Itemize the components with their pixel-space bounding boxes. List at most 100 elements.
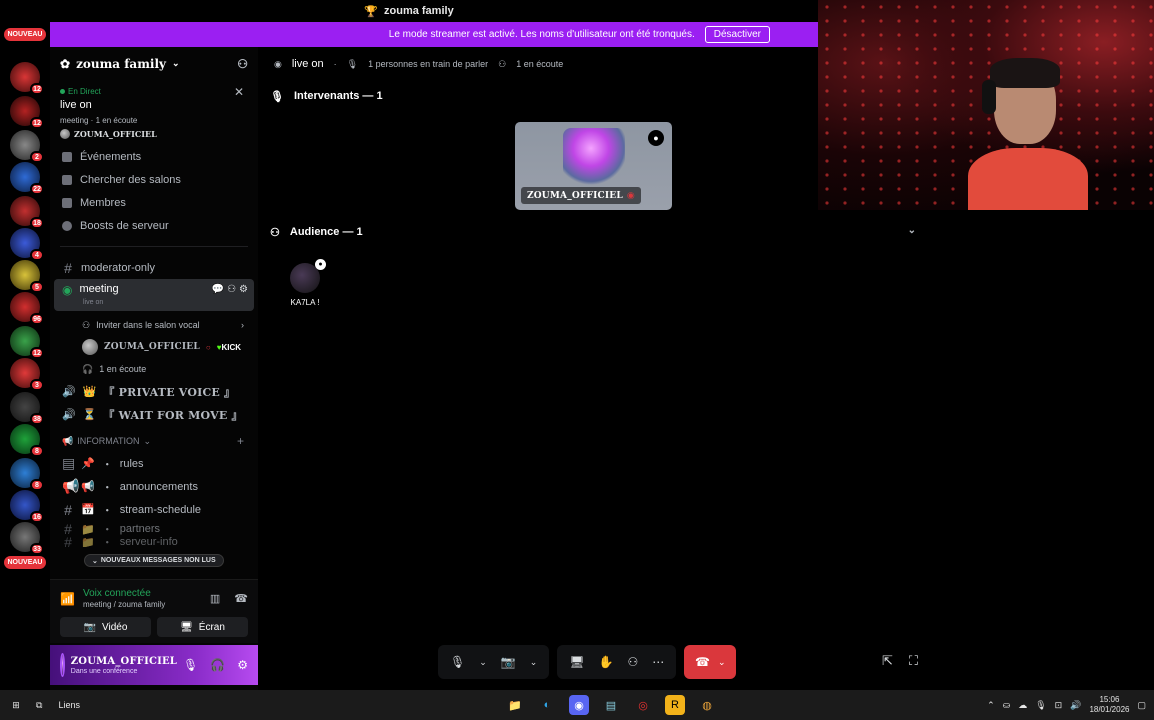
channel-meeting[interactable]: ◉ meeting live on 💬 ⚇ ⚙: [54, 279, 254, 311]
mic-control[interactable]: 🎙 ⌄ 📷 ⌄: [438, 645, 550, 679]
category-information[interactable]: 📢 INFORMATION ⌄ +: [50, 430, 258, 452]
boost-icon: [62, 220, 72, 231]
signal-icon[interactable]: 📶: [60, 592, 75, 606]
channel-wait-for-move[interactable]: 🔊 ⏳ 『 WAIT FOR MOVE 』: [50, 403, 258, 426]
server-icon[interactable]: 3: [10, 358, 44, 391]
nav-server-boosts[interactable]: Boosts de serveur: [50, 214, 258, 237]
microphone-icon[interactable]: 🎙: [183, 658, 198, 672]
audience-member[interactable]: ● KA7LA !: [288, 259, 326, 307]
invite-people-icon[interactable]: ⚇: [237, 57, 248, 71]
chevron-down-icon: ⌄: [479, 656, 487, 667]
audience-heading[interactable]: ⚇ Audience — 1 ⌄: [258, 217, 934, 247]
voice-user[interactable]: ZOUMA_OFFICIEL ○ ♥KICK: [50, 336, 258, 358]
action-controls[interactable]: 🖥 ✋ ⚇ ⋯: [557, 645, 677, 679]
server-icon[interactable]: 5: [10, 260, 44, 293]
megaphone-icon: 📢: [62, 435, 74, 446]
noise-suppression-icon[interactable]: ▥: [210, 592, 220, 605]
status-icon: ○: [205, 342, 211, 352]
server-icon[interactable]: 8: [10, 424, 44, 457]
nav-members[interactable]: Membres: [50, 191, 258, 214]
headphones-icon[interactable]: 🎧: [210, 658, 225, 672]
server-icon[interactable]: 12: [10, 96, 44, 129]
server-header[interactable]: ✿ zouma family ⌄ ⚇: [50, 47, 258, 81]
onedrive-icon[interactable]: ☁: [1018, 700, 1027, 711]
chevron-up-icon[interactable]: ⌃: [987, 700, 995, 711]
stage-title: live on: [291, 58, 324, 70]
obs-icon[interactable]: ◎: [633, 695, 653, 715]
disable-streamer-mode-button[interactable]: Désactiver: [704, 26, 770, 43]
add-channel-icon[interactable]: +: [237, 434, 244, 448]
username[interactable]: ZOUMA_OFFICIEL: [71, 656, 177, 667]
gear-icon[interactable]: ⚙: [239, 284, 248, 295]
channel-stream-schedule[interactable]: # 📅 ・ stream-schedule: [50, 498, 258, 521]
chrome-icon[interactable]: ◍: [697, 695, 717, 715]
server-icon[interactable]: 8: [10, 458, 44, 491]
taskbar: ⊞ ⧉ Liens 📁 ◐ ◉ ▤ ◎ R ◍ ⌃ ⛀ ☁ 🎙 ⊡ 🔊 15:0…: [0, 690, 1154, 720]
clock[interactable]: 15:06 18/01/2026: [1089, 695, 1129, 715]
disconnect-icon[interactable]: ☎: [234, 592, 248, 605]
usb-icon[interactable]: ⊡: [1055, 700, 1063, 711]
rockstar-icon[interactable]: R: [665, 695, 685, 715]
server-icon[interactable]: 96: [10, 292, 44, 325]
avatar: ●: [290, 259, 326, 293]
screen-icon: 🖥: [180, 621, 193, 633]
edge-icon[interactable]: ◐: [537, 695, 557, 715]
close-icon[interactable]: ✕: [234, 85, 244, 99]
trophy-icon: 🏆: [364, 5, 378, 18]
chevron-down-icon[interactable]: ⌄: [908, 225, 916, 236]
live-event-panel[interactable]: En Direct live on meeting · 1 en écoute …: [50, 81, 258, 145]
file-explorer-icon[interactable]: 📁: [505, 695, 525, 715]
server-icon[interactable]: 12: [10, 62, 44, 95]
video-button[interactable]: 📷 Vidéo: [60, 617, 151, 637]
links-toolbar[interactable]: Liens: [58, 700, 80, 710]
channel-announcements[interactable]: 📢 📢 ・ announcements: [50, 475, 258, 498]
server-icon[interactable]: 38: [10, 392, 44, 425]
server-icon[interactable]: 2: [10, 130, 44, 163]
server-name: zouma family: [76, 57, 166, 71]
server-icon[interactable]: 4: [10, 228, 44, 261]
screen-share-button[interactable]: 🖥 Écran: [157, 617, 248, 637]
nav-events[interactable]: Événements: [50, 145, 258, 168]
app-icon[interactable]: ▤: [601, 695, 621, 715]
nav-browse-channels[interactable]: Chercher des salons: [50, 168, 258, 191]
discord-icon[interactable]: ◉: [569, 695, 589, 715]
invite-icon[interactable]: ⚇: [227, 284, 236, 295]
rules-icon: ▤: [62, 455, 76, 471]
window-title-bar: 🏆 zouma family: [0, 0, 818, 22]
channel-serveur-info[interactable]: # 📁 ・ serveur-info: [50, 537, 258, 547]
fullscreen-icon[interactable]: ⛶: [909, 653, 918, 669]
windows-start-icon[interactable]: ⊞: [0, 700, 32, 711]
new-servers-pill[interactable]: NOUVEAU: [4, 28, 46, 41]
microphone-icon[interactable]: 🎙: [1035, 700, 1046, 711]
live-title: live on: [60, 99, 92, 111]
channel-sidebar: ✿ zouma family ⌄ ⚇ En Direct live on mee…: [50, 47, 258, 690]
speaker-icon[interactable]: 🔊: [1070, 700, 1081, 711]
headphones-icon: 🎧: [82, 363, 94, 374]
notifications-icon[interactable]: ▢: [1137, 700, 1146, 711]
speaker-tile[interactable]: ● ZOUMA_OFFICIEL ◉: [515, 122, 672, 210]
task-view-icon[interactable]: ⧉: [36, 700, 42, 711]
members-icon: [62, 197, 72, 208]
gear-icon[interactable]: ⚙: [237, 658, 248, 672]
server-icon[interactable]: 16: [10, 490, 44, 523]
channel-partners[interactable]: # 📁 ・ partners: [50, 521, 258, 537]
server-icon[interactable]: 33: [10, 522, 44, 555]
invite-to-voice[interactable]: ⚇ Inviter dans le salon vocal ›: [50, 314, 258, 336]
server-icon[interactable]: 12: [10, 326, 44, 359]
network-icon[interactable]: ⛀: [1003, 700, 1011, 711]
unread-messages-pill[interactable]: ⌄ NOUVEAUX MESSAGES NON LUS: [84, 554, 224, 567]
channel-moderator-only[interactable]: # moderator-only: [50, 256, 258, 279]
live-tag: En Direct: [60, 87, 248, 96]
server-icon[interactable]: 18: [10, 196, 44, 229]
channel-private-voice[interactable]: 🔊 👑 『 PRIVATE VOICE 』: [50, 380, 258, 403]
server-icon[interactable]: 22: [10, 162, 44, 195]
disconnect-button[interactable]: ☎ ⌄: [684, 645, 737, 679]
new-servers-pill[interactable]: NOUVEAU: [4, 556, 46, 569]
speaker-name-label: ZOUMA_OFFICIEL ◉: [521, 187, 641, 204]
voice-location[interactable]: meeting / zouma family: [83, 600, 165, 609]
chat-icon[interactable]: 💬: [212, 284, 224, 295]
avatar[interactable]: [60, 653, 65, 677]
channel-rules[interactable]: ▤ 📌 ・ rules: [50, 452, 258, 475]
speaker-avatar-art: [563, 128, 625, 186]
popout-icon[interactable]: ⇱: [882, 653, 893, 669]
